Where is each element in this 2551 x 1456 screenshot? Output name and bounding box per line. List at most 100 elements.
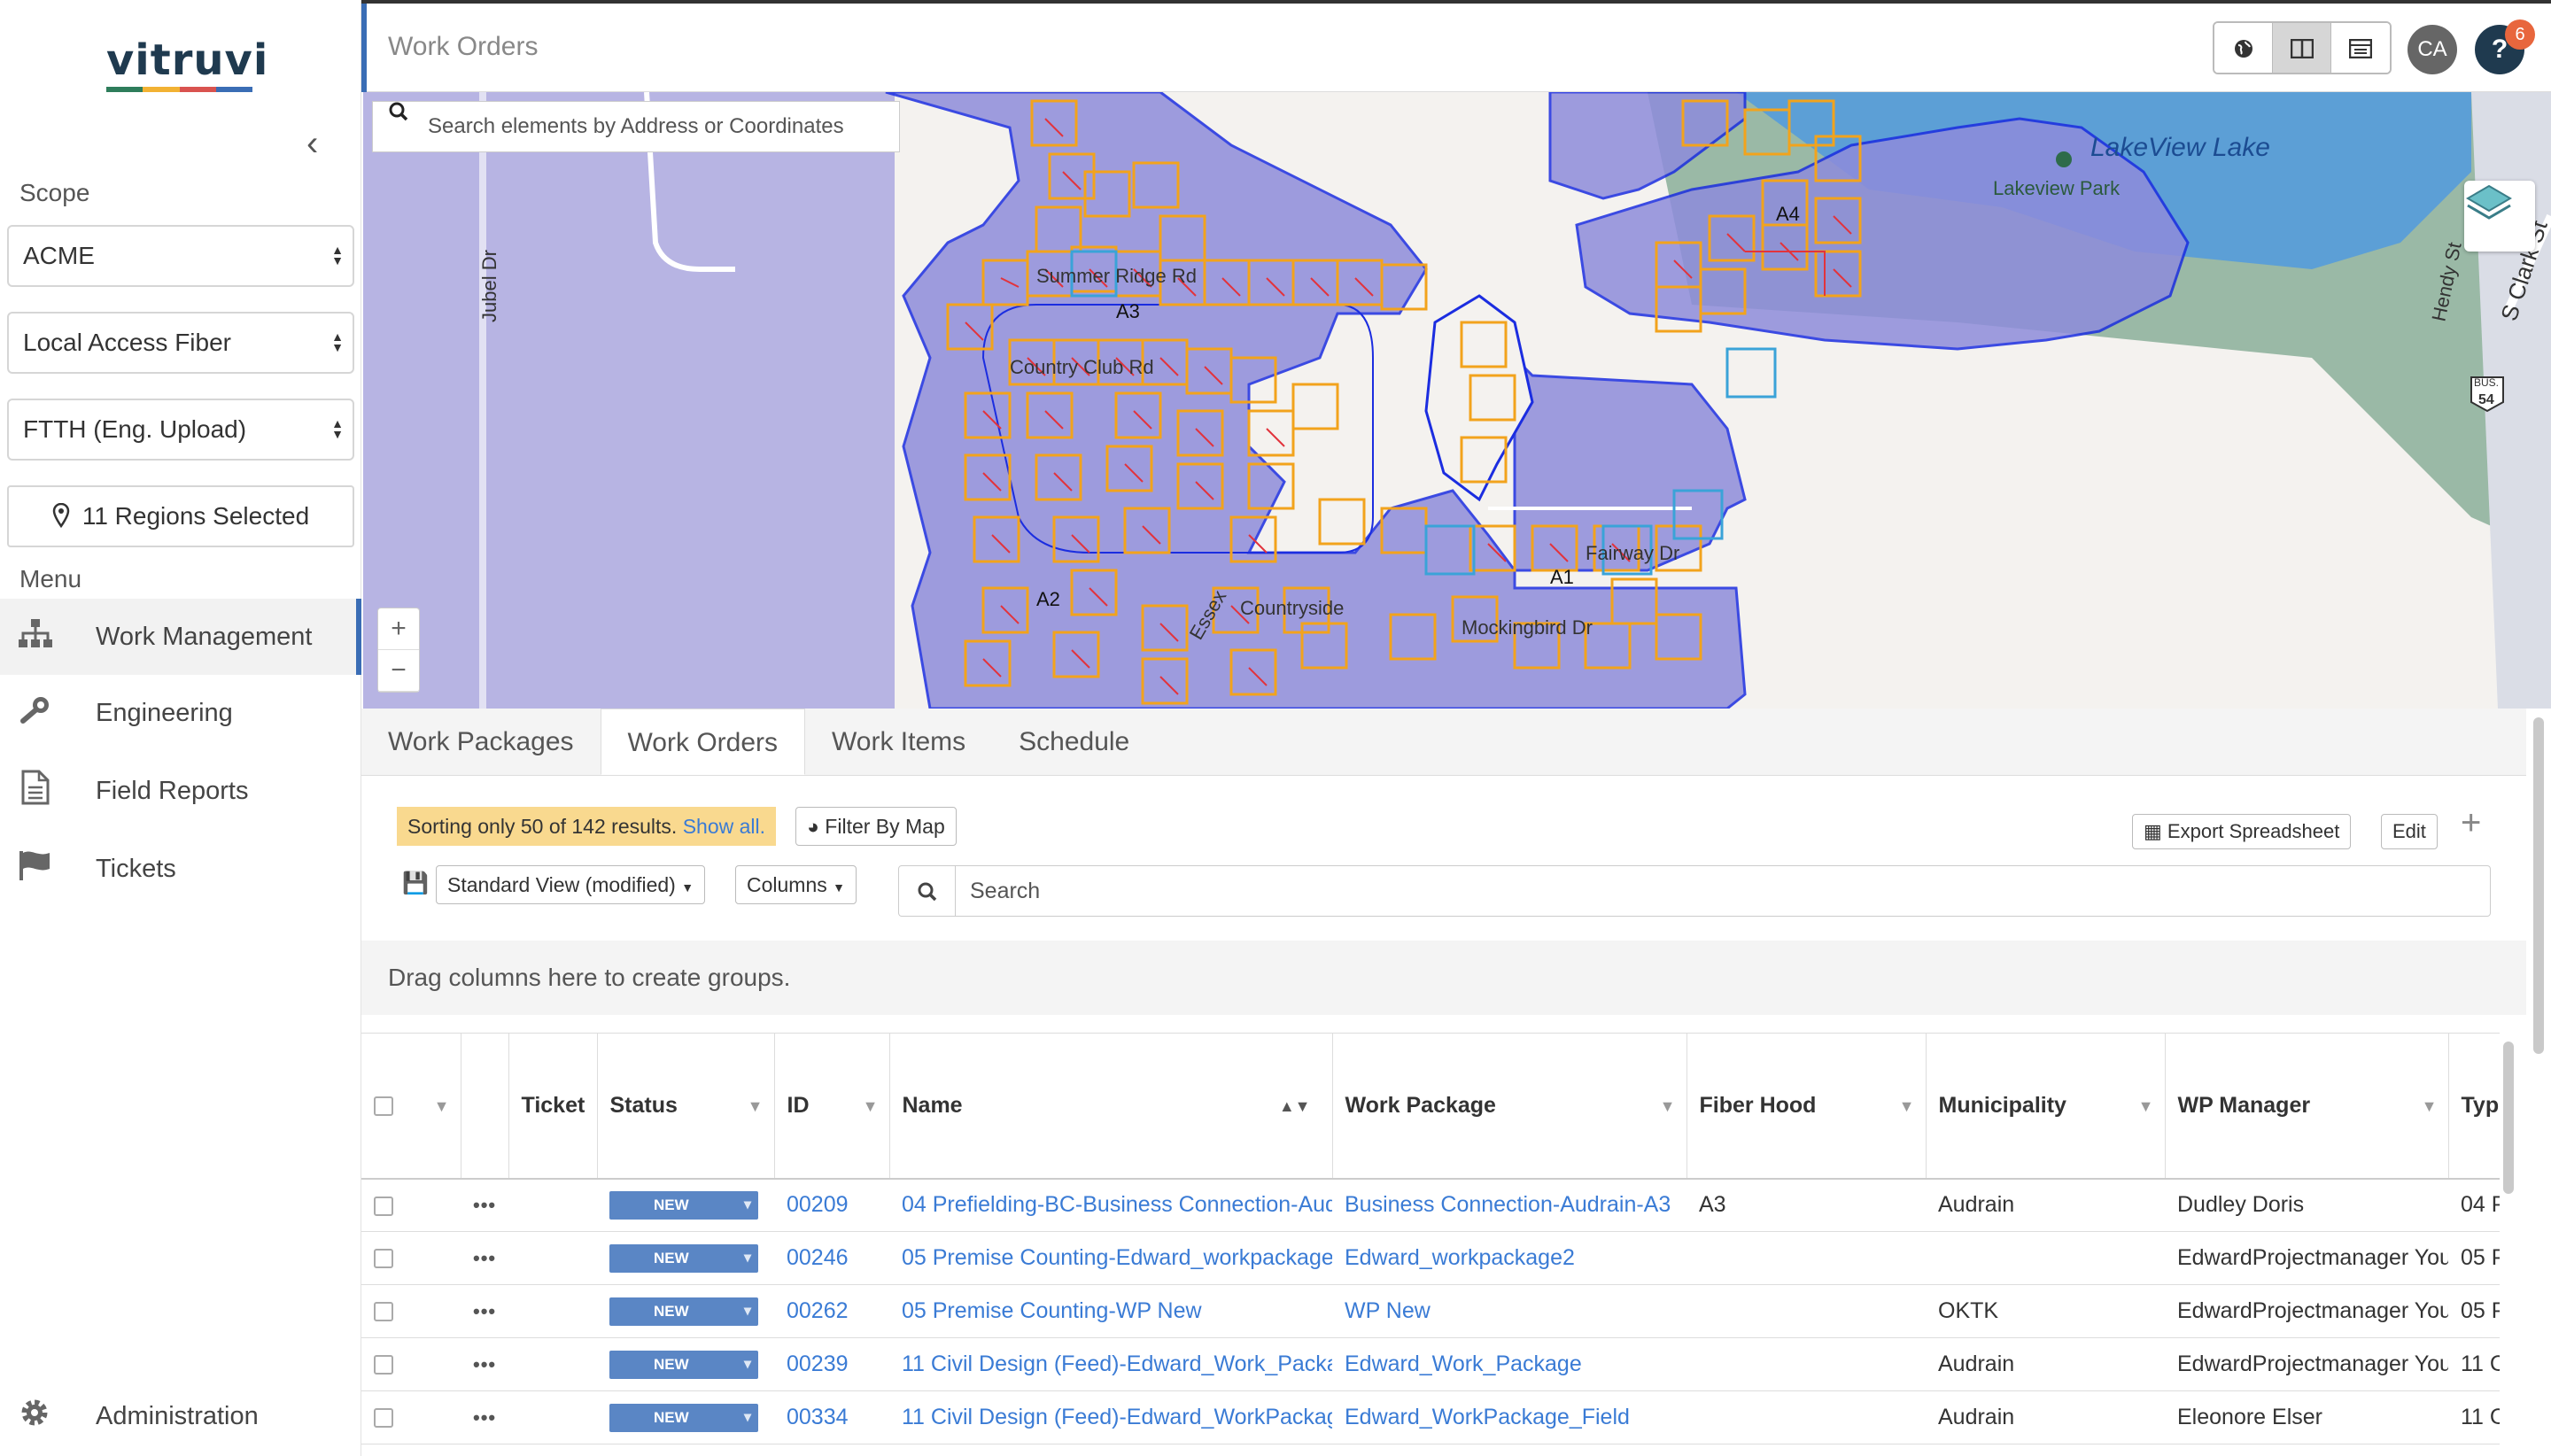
column-header-id[interactable]: ID ▼ xyxy=(774,1033,890,1180)
row-checkbox[interactable] xyxy=(374,1249,393,1269)
zoom-out-button[interactable]: − xyxy=(378,650,419,692)
work-package-link[interactable]: Business Connection-Audrain-A3 xyxy=(1332,1178,1686,1232)
name-link[interactable]: 05 Premise Counting-Edward_workpackage2 xyxy=(889,1231,1332,1285)
more-actions-icon[interactable]: ••• xyxy=(473,1300,496,1322)
select-all-header: ▼ xyxy=(361,1033,461,1180)
table-row[interactable]: ••• NEW 0026205 Premise Counting-WP NewWP … xyxy=(361,1284,2500,1338)
nav-item-administration[interactable]: Administration xyxy=(0,1378,361,1454)
id-link[interactable]: 00209 xyxy=(774,1178,889,1232)
view-dropdown[interactable]: Standard View (modified) ▼ xyxy=(436,865,706,904)
scope-select[interactable]: ACME ▲ ▼ xyxy=(7,225,354,287)
nav-item-engineering[interactable]: Engineering xyxy=(0,675,361,751)
add-icon[interactable]: + xyxy=(2461,803,2481,843)
column-header-fiber-hood[interactable]: Fiber Hood ▼ xyxy=(1686,1033,1927,1180)
columns-dropdown[interactable]: Columns ▼ xyxy=(735,865,857,904)
column-header-status[interactable]: Status ▼ xyxy=(597,1033,775,1180)
more-actions-icon[interactable]: ••• xyxy=(473,1353,496,1375)
status-badge[interactable]: NEW xyxy=(609,1191,758,1220)
more-actions-icon[interactable]: ••• xyxy=(473,1406,496,1429)
name-link[interactable]: 11 Civil Design (Feed)-Edward_WorkPackag… xyxy=(889,1390,1332,1444)
row-checkbox[interactable] xyxy=(374,1355,393,1375)
filter-icon[interactable]: ▼ xyxy=(748,1097,764,1116)
status-badge[interactable]: NEW xyxy=(609,1404,758,1432)
layers-icon[interactable] xyxy=(2464,181,2535,252)
project-select[interactable]: Local Access Fiber ▲ ▼ xyxy=(7,312,354,374)
wp-manager-cell: EdwardProjectmanager Your xyxy=(2165,1231,2448,1285)
nav-item-work-management[interactable]: Work Management xyxy=(0,599,361,675)
filter-icon[interactable]: ▼ xyxy=(2138,1097,2154,1116)
table-view-icon[interactable] xyxy=(2331,23,2390,73)
page-scrollbar[interactable] xyxy=(2526,709,2551,1456)
status-badge[interactable]: NEW xyxy=(609,1244,758,1273)
row-checkbox[interactable] xyxy=(374,1196,393,1216)
table-row[interactable]: ••• NEW 0033411 Civil Design (Feed)-Edward… xyxy=(361,1390,2500,1444)
id-link[interactable]: 00246 xyxy=(774,1231,889,1285)
status-badge[interactable]: NEW xyxy=(609,1297,758,1326)
zoom-in-button[interactable]: + xyxy=(378,608,419,650)
work-package-link[interactable]: WP New xyxy=(1332,1284,1686,1338)
filter-by-map-button[interactable]: ◕ Filter By Map xyxy=(795,807,957,846)
regions-selector-button[interactable]: 11 Regions Selected xyxy=(7,485,354,547)
column-header-municipality[interactable]: Municipality ▼ xyxy=(1926,1033,2166,1180)
split-view-icon[interactable] xyxy=(2273,23,2331,73)
sort-ascending-icon[interactable]: ▲▼ xyxy=(1279,1097,1311,1116)
work-package-link[interactable]: Edward_Work_Package xyxy=(1332,1337,1686,1391)
grid-scrollbar[interactable] xyxy=(2500,1036,2517,1456)
table-row[interactable]: ••• NEW 0023911 Civil Design (Feed)-Edward… xyxy=(361,1337,2500,1391)
column-header-type[interactable]: Typ xyxy=(2448,1033,2500,1180)
column-header-wp-manager[interactable]: WP Manager ▼ xyxy=(2165,1033,2449,1180)
filter-icon[interactable]: ▼ xyxy=(1660,1097,1676,1116)
column-header-work-package[interactable]: Work Package ▼ xyxy=(1332,1033,1687,1180)
tab-schedule[interactable]: Schedule xyxy=(992,709,1156,775)
save-view-icon[interactable]: 💾 xyxy=(402,871,429,896)
logo[interactable]: vitruvi xyxy=(106,35,268,92)
filter-icon[interactable]: ▼ xyxy=(1899,1097,1915,1116)
name-link[interactable]: 04 Prefielding-BC-Business Connection-Au… xyxy=(889,1178,1332,1232)
globe-icon: ◕ xyxy=(807,815,819,838)
row-checkbox[interactable] xyxy=(374,1408,393,1429)
nav-item-field-reports[interactable]: Field Reports xyxy=(0,753,361,829)
name-link[interactable]: 05 Premise Counting-WP New xyxy=(889,1284,1332,1338)
column-header-ticket[interactable]: Ticket xyxy=(508,1033,598,1180)
filter-icon[interactable]: ▼ xyxy=(434,1097,450,1116)
nav-item-label: Engineering xyxy=(96,698,233,727)
chevron-left-icon[interactable]: ‹ xyxy=(306,126,338,161)
work-package-link[interactable]: Edward_workpackage2 xyxy=(1332,1231,1686,1285)
map-canvas[interactable]: A3 A4 A1 A2 Jubel Dr Summer Ridge Rd Cou… xyxy=(363,92,2551,709)
nav-item-tickets[interactable]: Tickets xyxy=(0,831,361,907)
globe-icon[interactable] xyxy=(2214,23,2273,73)
table-row[interactable]: ••• NEW 0024605 Premise Counting-Edward_wo… xyxy=(361,1231,2500,1285)
column-header-name[interactable]: Name ▲▼ xyxy=(889,1033,1333,1180)
id-link[interactable]: 00239 xyxy=(774,1337,889,1391)
work-package-link[interactable]: Edward_WorkPackage_Field xyxy=(1332,1390,1686,1444)
name-link[interactable]: 11 Civil Design (Feed)-Edward_Work_Packa… xyxy=(889,1337,1332,1391)
export-spreadsheet-button[interactable]: ▦ Export Spreadsheet xyxy=(2132,814,2352,849)
tab-work-items[interactable]: Work Items xyxy=(805,709,992,775)
tab-work-orders[interactable]: Work Orders xyxy=(600,709,805,775)
row-checkbox[interactable] xyxy=(374,1302,393,1322)
tab-work-packages[interactable]: Work Packages xyxy=(361,709,601,775)
show-all-link[interactable]: Show all. xyxy=(683,815,765,838)
map-search-input[interactable]: Search elements by Address or Coordinate… xyxy=(372,101,900,152)
id-link[interactable]: 00262 xyxy=(774,1284,889,1338)
route-number: 54 xyxy=(2478,392,2494,407)
column-header-label: Work Package xyxy=(1345,1092,1496,1118)
workflow-select[interactable]: FTTH (Eng. Upload) ▲ ▼ xyxy=(7,399,354,461)
select-arrows-icon: ▲ ▼ xyxy=(331,416,344,441)
table-row[interactable]: ••• NEW 0020904 Prefielding-BC-Business Co… xyxy=(361,1178,2500,1232)
map-view[interactable]: A3 A4 A1 A2 Jubel Dr Summer Ridge Rd Cou… xyxy=(363,92,2551,709)
user-avatar[interactable]: CA xyxy=(2408,25,2457,74)
group-drop-zone[interactable]: Drag columns here to create groups. xyxy=(361,941,2526,1015)
select-all-checkbox[interactable] xyxy=(374,1096,393,1117)
more-actions-icon[interactable]: ••• xyxy=(473,1194,496,1216)
filter-icon[interactable]: ▼ xyxy=(863,1097,879,1116)
filter-icon[interactable]: ▼ xyxy=(2422,1097,2438,1116)
id-link[interactable]: 00334 xyxy=(774,1390,889,1444)
filter-by-map-label: Filter By Map xyxy=(825,815,945,838)
edit-button[interactable]: Edit xyxy=(2381,814,2438,849)
type-cell: 05 P xyxy=(2448,1231,2500,1285)
grid-search-input[interactable]: Search xyxy=(898,865,2491,917)
status-badge[interactable]: NEW xyxy=(609,1351,758,1379)
more-actions-icon[interactable]: ••• xyxy=(473,1247,496,1269)
grid-header-row: ▼ Ticket Status ▼ ID ▼ Name ▲▼ Work Package… xyxy=(361,1033,2500,1180)
